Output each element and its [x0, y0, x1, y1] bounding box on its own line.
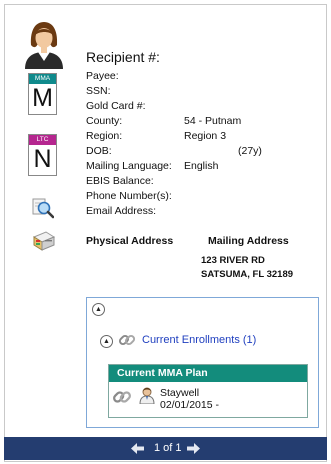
chain-link-icon — [118, 331, 136, 349]
doctor-icon — [139, 386, 155, 405]
value-region: Region 3 — [184, 130, 227, 142]
ltc-letter: N — [33, 145, 52, 173]
mma-plan-box: Current MMA Plan Staywell 02/01/2015 - — [108, 364, 308, 418]
current-enrollments-link[interactable]: Current Enrollments (1) — [142, 334, 256, 346]
mma-plan-header: Current MMA Plan — [109, 365, 307, 382]
mma-band-label: MMA — [29, 74, 56, 84]
arrow-right-icon[interactable] — [186, 442, 200, 455]
plan-date: 02/01/2015 - — [160, 399, 219, 411]
label-mailing-language: Mailing Language: — [86, 160, 172, 172]
label-dob: DOB: — [86, 145, 112, 157]
physical-address-heading: Physical Address — [86, 235, 174, 247]
mma-letter: M — [32, 84, 53, 112]
pager-bar: 1 of 1 — [4, 437, 327, 460]
pager-label: 1 of 1 — [154, 442, 182, 454]
magnifier-icon[interactable] — [32, 197, 55, 219]
arrow-left-icon[interactable] — [131, 442, 145, 455]
label-gold-card: Gold Card #: — [86, 100, 146, 112]
ltc-band-label: LTC — [29, 135, 56, 145]
label-phone: Phone Number(s): — [86, 190, 172, 202]
person-avatar-icon — [21, 19, 67, 69]
enrollments-panel: ▲ ▲ Current Enrollments (1) Current MMA … — [86, 297, 319, 428]
recipient-title: Recipient #: — [86, 49, 160, 65]
plan-chain-link-icon — [112, 387, 132, 407]
mma-badge: MMA M — [28, 73, 57, 115]
value-county: 54 - Putnam — [184, 115, 242, 127]
field-labels: Payee: SSN: Gold Card #: County: Region:… — [86, 69, 172, 219]
recipient-card: MMA M LTC N Recipient #: Payee: SSN: Gol… — [4, 4, 327, 462]
collapse-enrollments-icon[interactable]: ▲ — [100, 335, 113, 348]
label-email: Email Address: — [86, 205, 157, 217]
mailing-address-line2: SATSUMA, FL 32189 — [201, 269, 294, 280]
address-book-icon[interactable] — [32, 228, 56, 252]
collapse-icon[interactable]: ▲ — [92, 303, 105, 316]
value-dob: (27y) — [238, 145, 262, 157]
mailing-address-heading: Mailing Address — [208, 235, 289, 247]
mailing-address-line1: 123 RIVER RD — [201, 255, 265, 266]
label-ebis-balance: EBIS Balance: — [86, 175, 154, 187]
label-payee: Payee: — [86, 70, 119, 82]
ltc-badge: LTC N — [28, 134, 57, 176]
label-county: County: — [86, 115, 123, 127]
value-mailing-language: English — [184, 160, 219, 172]
label-ssn: SSN: — [86, 85, 111, 97]
label-region: Region: — [86, 130, 123, 142]
